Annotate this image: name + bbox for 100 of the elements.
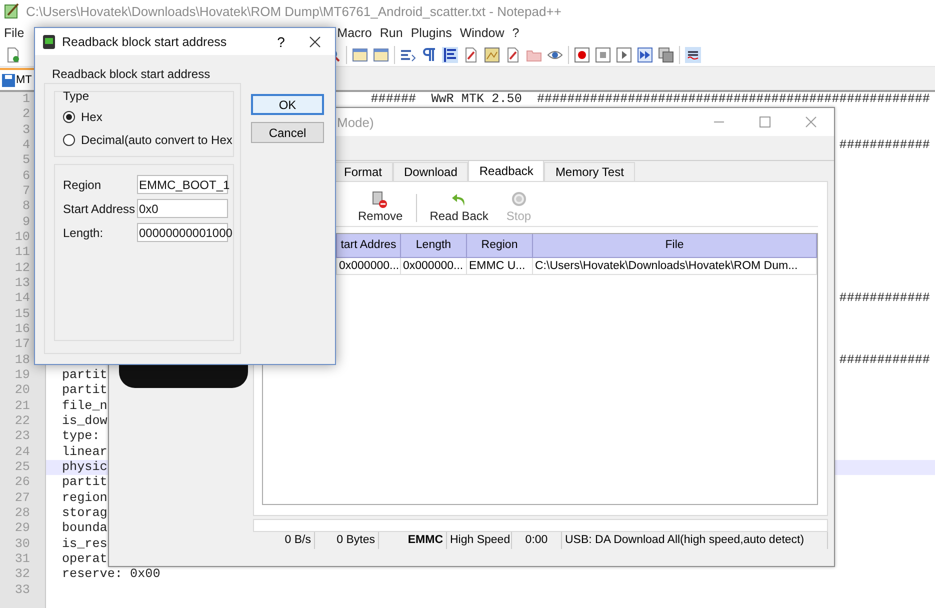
code-text: storag: [62, 506, 108, 522]
field-label: Start Address: [63, 202, 136, 216]
status-mode: High Speed: [447, 532, 512, 549]
region-dropdown[interactable]: EMMC_BOOT_1: [137, 175, 228, 194]
line-number: 15: [14, 306, 30, 322]
line-number: 29: [14, 521, 30, 537]
radio-option[interactable]: Decimal(auto convert to Hex: [63, 128, 233, 151]
group-title: Type: [63, 91, 90, 105]
table-cell: 0x000000...: [337, 258, 401, 275]
close-icon[interactable]: [309, 36, 321, 48]
pilcrow-icon[interactable]: [421, 47, 437, 63]
record-icon[interactable]: [574, 47, 590, 63]
code-text: type:: [62, 429, 100, 445]
code-text: region: [62, 490, 108, 506]
line-number: 24: [14, 444, 30, 460]
column-header[interactable]: File: [533, 234, 817, 258]
code-text: ###### WwR MTK 2.50 ####################################################: [370, 92, 931, 108]
window-title: Mode): [336, 114, 375, 130]
line-number: 7: [21, 184, 30, 200]
menu-item[interactable]: Window: [456, 26, 508, 40]
status-speed: 0 B/s: [253, 532, 315, 549]
code-text: is_res: [62, 536, 108, 552]
save-icon: [2, 74, 15, 86]
tab[interactable]: Download: [393, 162, 468, 181]
field-label: Region: [63, 178, 102, 192]
tab[interactable]: Memory Test: [544, 162, 635, 181]
line-number: 20: [14, 383, 30, 399]
line-number: 3: [21, 122, 30, 138]
line-number: 2: [21, 107, 30, 123]
tab[interactable]: Readback: [468, 161, 544, 181]
line-number: 4: [21, 138, 30, 154]
code-text: ############: [839, 291, 931, 307]
line-number: 25: [14, 460, 30, 476]
line-number: 22: [14, 414, 30, 430]
menu-item[interactable]: Plugins: [406, 26, 456, 40]
line-number: 17: [14, 337, 30, 353]
table-cell: 0x000000...: [401, 258, 467, 275]
line-number: 33: [14, 582, 30, 598]
window-icon[interactable]: [352, 47, 368, 63]
remove-icon: [372, 191, 388, 209]
fast-forward-icon[interactable]: [637, 47, 653, 63]
document-icon[interactable]: [505, 47, 521, 63]
line-number: 11: [14, 245, 30, 261]
image-icon[interactable]: [484, 47, 500, 63]
table-cell: EMMC U...: [467, 258, 533, 275]
word-wrap-icon[interactable]: [400, 47, 416, 63]
code-text: file_n: [62, 398, 108, 414]
column-header[interactable]: Region: [467, 234, 533, 258]
toolbar-button[interactable]: Read Back: [420, 191, 498, 226]
group-title: Readback block start address: [51, 67, 212, 83]
tab-label: MT: [16, 74, 32, 86]
column-header[interactable]: tart Addres: [337, 234, 401, 258]
code-text: ############: [839, 352, 931, 368]
line-number: 19: [14, 368, 30, 384]
line-number: 14: [14, 291, 30, 307]
menu-item[interactable]: Run: [376, 26, 407, 40]
dialog-icon: [43, 34, 55, 48]
input-field[interactable]: 0x0: [137, 199, 228, 218]
maximize-icon[interactable]: [759, 116, 771, 128]
windows-icon[interactable]: [658, 47, 674, 63]
menu-item[interactable]: ?: [508, 26, 524, 40]
menu-item[interactable]: File: [0, 26, 28, 40]
line-number: 23: [14, 429, 30, 445]
table-cell: C:\Users\Hovatek\Downloads\Hovatek\ROM Dum...: [533, 258, 817, 275]
app-icon: [4, 3, 20, 19]
stop-icon[interactable]: [595, 47, 611, 63]
tab[interactable]: Format: [333, 162, 394, 181]
stop-icon: [510, 191, 527, 209]
dialog-button[interactable]: Cancel: [251, 122, 324, 143]
line-number: 32: [14, 567, 30, 582]
window-icon[interactable]: [373, 47, 389, 63]
indent-guide-icon[interactable]: [442, 47, 458, 63]
line-number: 13: [14, 276, 30, 292]
status-bytes: 0 Bytes: [315, 532, 379, 549]
radio-option[interactable]: Hex: [63, 105, 233, 128]
spellcheck-icon[interactable]: [685, 47, 701, 63]
column-header[interactable]: Length: [401, 234, 467, 258]
line-number: 31: [14, 552, 30, 568]
code-text: partit: [62, 475, 108, 491]
document-icon[interactable]: [463, 47, 479, 63]
line-number: 8: [21, 199, 30, 215]
code-text: bounda: [62, 521, 108, 537]
code-text: partit: [62, 368, 108, 384]
line-number: 27: [14, 490, 30, 506]
dialog-title: Readback block start address: [62, 34, 228, 48]
dialog-button[interactable]: OK: [251, 94, 324, 115]
line-number: 1: [21, 92, 30, 108]
menu-item[interactable]: Macro: [333, 26, 376, 40]
field-label: Length:: [63, 226, 104, 240]
status-time: 0:00: [512, 532, 562, 549]
toolbar-button[interactable]: Remove: [349, 191, 412, 226]
play-icon[interactable]: [616, 47, 632, 63]
line-number: 10: [14, 230, 30, 246]
code-text: partit: [62, 383, 108, 399]
code-text: is_dow: [62, 414, 108, 430]
help-button[interactable]: ?: [267, 32, 295, 50]
code-text: reserve: 0x00: [62, 567, 160, 582]
line-number: 16: [14, 322, 30, 338]
new-file-icon[interactable]: [5, 47, 21, 63]
line-number: 6: [21, 168, 30, 184]
